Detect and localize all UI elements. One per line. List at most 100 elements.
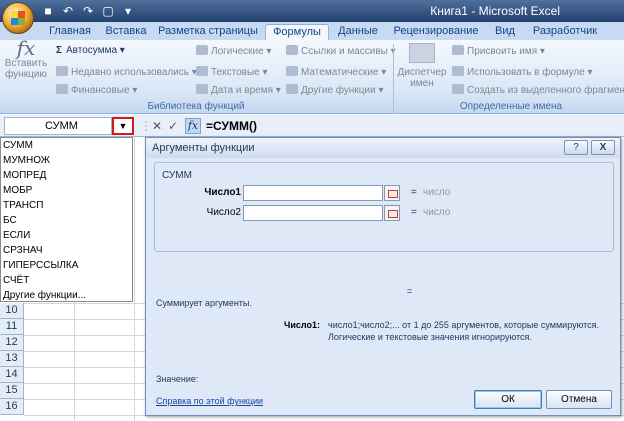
arg-help-text-2: Логические и текстовые значения игнориру… [328,332,532,342]
row-header[interactable]: 12 [0,335,24,351]
function-list-item[interactable]: СУММ [1,138,132,153]
collapse-dialog-icon[interactable] [384,185,400,201]
help-button[interactable]: ? [564,140,588,155]
theta-icon [286,66,298,76]
close-button[interactable]: X [591,140,615,155]
name-manager-button[interactable]: Диспетчер имен [397,43,447,89]
arg-result-number2: число [423,207,451,218]
create-from-selection-button[interactable]: Создать из выделенного фрагмента [452,84,624,96]
ok-button[interactable]: ОК [474,390,542,409]
arg-equals: = [411,187,417,198]
defined-names-label: Определенные имена [459,101,563,112]
function-help-link[interactable]: Справка по этой функции [156,396,263,406]
recent-functions-button[interactable]: Недавно использовались ▾ [56,66,197,78]
column-divider [134,137,135,421]
assign-name-button[interactable]: Присвоить имя ▾ [452,45,545,57]
formula-bar: СУММ ▼ ⋮ ✕ ✓ fx =СУММ() [0,115,624,137]
datetime-functions-button[interactable]: Дата и время ▾ [196,84,281,96]
tab-developer[interactable]: Разработчик [530,24,600,40]
sigma-icon: Σ [56,45,63,56]
tag-icon [452,45,464,55]
use-in-formula-button[interactable]: Использовать в формуле ▾ [452,66,593,78]
coins-icon [56,84,68,94]
magnifier-book-icon [286,45,298,55]
window-title: Книга1 - Microsoft Excel [430,4,560,18]
arguments-group: СУММ Число1 = число Число2 = число [154,162,614,252]
formula-bar-grip-icon: ⋮ [140,119,152,133]
arg-label-number1: Число1 [204,187,241,198]
function-list-item[interactable]: ГИПЕРССЫЛКА [1,258,132,273]
more-functions-item[interactable]: Другие функции... [1,288,132,303]
question-book-icon [196,45,208,55]
name-manager-icon [409,43,435,63]
math-functions-button[interactable]: Математические ▾ [286,66,386,78]
row-header[interactable]: 11 [0,319,24,335]
ribbon-tabs: Главная Вставка Разметка страницы Формул… [0,22,624,40]
chevron-down-icon: ▼ [118,121,128,131]
other-functions-button[interactable]: Другие функции ▾ [286,84,384,96]
function-list-item[interactable]: ЕСЛИ [1,228,132,243]
cancel-icon[interactable]: ✕ [152,119,162,133]
function-name-label: СУММ [162,170,192,181]
function-list-item[interactable]: СЧЁТ [1,273,132,288]
function-description: Суммирует аргументы. [156,298,252,308]
function-list-item[interactable]: БС [1,213,132,228]
total-equals: = [407,286,413,296]
dialog-title-bar[interactable]: Аргументы функции ? X [146,138,620,158]
row-header[interactable]: 14 [0,367,24,383]
collapse-dialog-icon[interactable] [384,205,400,221]
row-header[interactable]: 10 [0,303,24,319]
function-list-item[interactable]: СРЗНАЧ [1,243,132,258]
row-header[interactable]: 16 [0,399,24,415]
insert-function-button[interactable]: fx Вставить функцию [4,36,48,80]
tab-page-layout[interactable]: Разметка страницы [156,24,260,40]
grid-icon [452,84,464,94]
function-list-item[interactable]: МУМНОЖ [1,153,132,168]
financial-functions-button[interactable]: Финансовые ▾ [56,84,137,96]
name-box[interactable]: СУММ [4,117,112,135]
ribbon: fx Вставить функцию Σ Автосумма ▾ Недавно… [0,36,624,114]
fx-small-icon [452,66,464,76]
tab-review[interactable]: Рецензирование [392,24,480,40]
office-button[interactable] [2,2,34,34]
arg-help-text-1: число1;число2;... от 1 до 255 аргументов… [328,320,600,330]
logical-functions-button[interactable]: Логические ▾ [196,45,271,57]
arg-input-number1[interactable] [243,185,383,201]
function-arguments-dialog: Аргументы функции ? X СУММ Число1 = числ… [145,137,621,416]
arg-equals: = [411,207,417,218]
office-logo-icon [11,11,25,25]
lookup-functions-button[interactable]: Ссылки и массивы ▾ [286,45,396,57]
arg-help-name: Число1: [284,320,320,330]
tab-formulas[interactable]: Формулы [265,24,329,40]
function-list-item[interactable]: МОБР [1,183,132,198]
autosum-button[interactable]: Σ Автосумма ▾ [56,45,125,56]
tab-view[interactable]: Вид [490,24,520,40]
text-a-icon [196,66,208,76]
arg-input-number2[interactable] [243,205,383,221]
text-functions-button[interactable]: Текстовые ▾ [196,66,268,78]
insert-function-fx-button[interactable]: fx [185,118,201,134]
function-library-label: Библиотека функций [147,101,245,112]
row-header[interactable]: 15 [0,383,24,399]
tab-insert[interactable]: Вставка [100,24,152,40]
tab-home[interactable]: Главная [40,24,100,40]
enter-check-icon[interactable]: ✓ [168,119,178,133]
formula-input[interactable]: =СУММ() [206,119,257,133]
row-header[interactable]: 13 [0,351,24,367]
function-list-item[interactable]: МОПРЕД [1,168,132,183]
title-bar: ■ ↶ ↷ ▢ ▾ Книга1 - Microsoft Excel [0,0,624,22]
more-functions-icon [286,84,298,94]
dialog-title: Аргументы функции [152,142,255,154]
cancel-button[interactable]: Отмена [546,390,612,409]
clock-icon [196,84,208,94]
function-list-item[interactable]: ТРАНСП [1,198,132,213]
arg-result-number1: число [423,187,451,198]
tab-data[interactable]: Данные [332,24,384,40]
function-icon: fx [16,36,36,60]
star-icon [56,66,68,76]
function-dropdown-list: СУММ МУМНОЖ МОПРЕД МОБР ТРАНСП БС ЕСЛИ С… [0,137,133,302]
arg-label-number2: Число2 [206,207,241,218]
group-separator [393,44,394,114]
value-label: Значение: [156,374,199,384]
name-box-dropdown-button[interactable]: ▼ [112,117,134,135]
